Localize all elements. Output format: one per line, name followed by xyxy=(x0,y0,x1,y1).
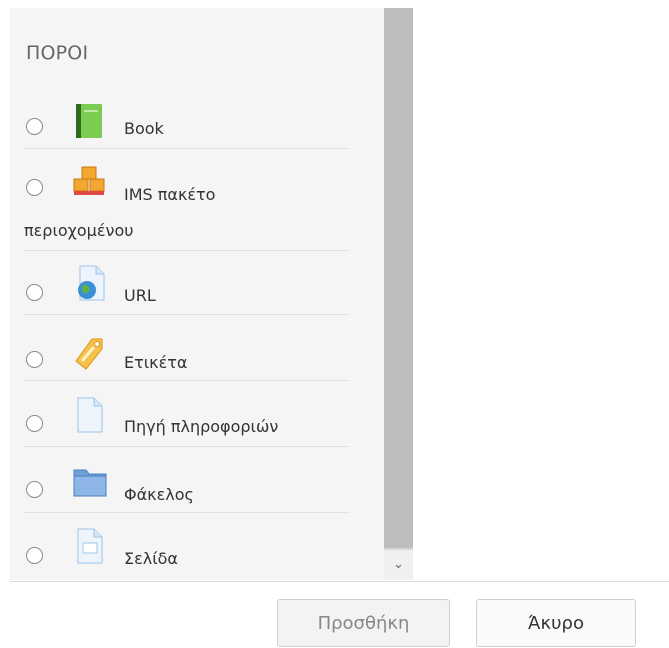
page-icon xyxy=(72,527,108,565)
package-icon xyxy=(72,165,108,203)
folder-icon xyxy=(72,462,108,500)
add-button[interactable]: Προσθήκη xyxy=(277,599,450,647)
item-label: Φάκελος xyxy=(124,485,194,504)
resource-item-page[interactable]: Σελίδα xyxy=(10,513,384,577)
footer-divider xyxy=(10,581,669,582)
resource-item-label-tag[interactable]: Ετικέτα xyxy=(10,315,384,379)
item-label: Ετικέτα xyxy=(124,353,188,372)
radio-book[interactable] xyxy=(26,118,43,135)
scrollbar[interactable]: ⌄ xyxy=(384,8,413,580)
resource-item-url[interactable]: URL xyxy=(10,251,384,315)
url-icon xyxy=(72,264,108,302)
resource-item-book[interactable]: Book xyxy=(10,93,384,148)
cancel-button[interactable]: Άκυρο xyxy=(476,599,636,647)
item-label: Πηγή πληροφοριών xyxy=(124,417,279,436)
resource-item-folder[interactable]: Φάκελος xyxy=(10,447,384,511)
item-label: Book xyxy=(124,119,164,138)
item-label-line2: περιοχομένου xyxy=(24,221,134,240)
label-tag-icon xyxy=(72,333,108,371)
item-label: IMS πακέτο xyxy=(124,185,216,204)
resources-panel: ΠΟΡΟΙ Book IMS πακέτο περιοχομένου URL Ε… xyxy=(10,8,384,580)
section-title: ΠΟΡΟΙ xyxy=(26,42,89,64)
radio-url[interactable] xyxy=(26,284,43,301)
radio-ims-package[interactable] xyxy=(26,179,43,196)
scrollbar-thumb[interactable] xyxy=(384,8,413,548)
radio-file[interactable] xyxy=(26,415,43,432)
scroll-down-icon[interactable]: ⌄ xyxy=(384,550,413,580)
item-label: Σελίδα xyxy=(124,549,178,568)
radio-label-tag[interactable] xyxy=(26,351,43,368)
radio-folder[interactable] xyxy=(26,481,43,498)
book-icon xyxy=(72,102,108,140)
resource-item-ims-package[interactable]: IMS πακέτο περιοχομένου xyxy=(10,149,384,249)
file-icon xyxy=(72,396,108,434)
resource-item-file[interactable]: Πηγή πληροφοριών xyxy=(10,381,384,445)
item-label: URL xyxy=(124,286,156,305)
radio-page[interactable] xyxy=(26,547,43,564)
